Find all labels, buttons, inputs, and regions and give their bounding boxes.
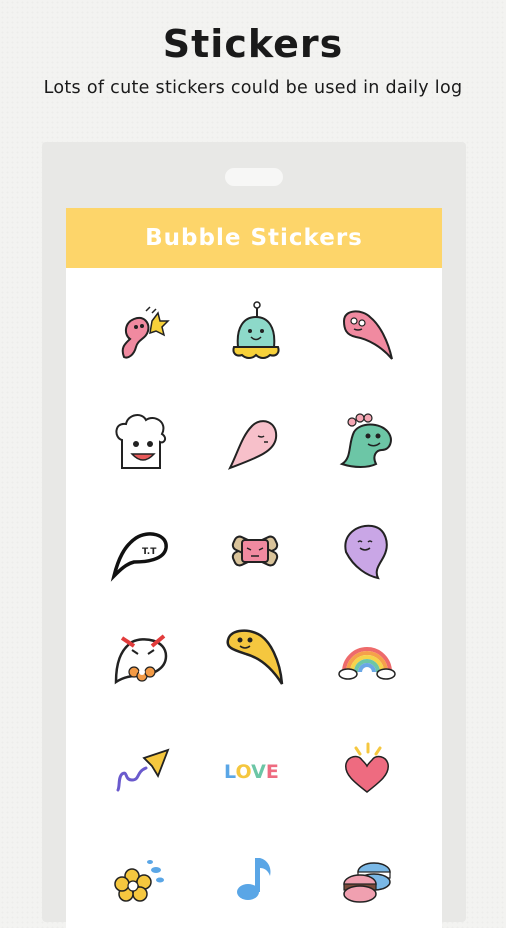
sticker-item[interactable] — [106, 734, 176, 804]
music-note-sticker-icon — [237, 858, 271, 900]
sticker-item[interactable] — [106, 299, 176, 369]
sticker-category-banner: Bubble Stickers — [66, 208, 442, 268]
phone-frame: Bubble Stickers T.T LOVE — [42, 142, 466, 928]
banner-title: Bubble Stickers — [145, 225, 363, 251]
chef-hat-sticker-icon — [115, 414, 167, 469]
page-title: Stickers — [162, 22, 344, 66]
sticker-item[interactable]: LOVE — [220, 734, 290, 804]
bandaged-face-sticker-icon — [231, 535, 279, 567]
sticker-item[interactable] — [332, 734, 402, 804]
love-text-sticker-icon: LOVE — [224, 761, 279, 783]
sticker-item[interactable] — [220, 842, 290, 912]
sticker-item[interactable] — [106, 624, 176, 694]
purple-blob-sticker-icon — [344, 524, 388, 580]
flower-sticker-icon — [114, 860, 164, 902]
green-alien-sticker-icon — [232, 301, 280, 359]
sticker-item[interactable] — [106, 842, 176, 912]
pink-blob-sticker-icon — [342, 310, 393, 360]
macaron-sticker-icon — [343, 862, 391, 903]
angry-bubble-sticker-icon — [114, 634, 168, 685]
sticker-item[interactable] — [220, 624, 290, 694]
sticker-item[interactable] — [332, 624, 402, 694]
pink-speech-blob-sticker-icon — [227, 420, 278, 470]
sticker-item[interactable] — [332, 299, 402, 369]
phone-screen: Bubble Stickers T.T LOVE — [66, 208, 442, 928]
sticker-item[interactable] — [220, 516, 290, 586]
sticker-item[interactable] — [332, 408, 402, 478]
heart-sticker-icon — [345, 742, 389, 793]
sticker-item[interactable]: T.T — [106, 516, 176, 586]
page-subtitle: Lots of cute stickers could be used in d… — [43, 78, 463, 98]
sticker-item[interactable] — [332, 842, 402, 912]
black-speech-bubble-sticker-icon: T.T — [110, 532, 168, 582]
sticker-item[interactable] — [106, 408, 176, 478]
love-text: LOVE — [224, 761, 279, 783]
sticker-grid: T.T LOVE — [66, 268, 442, 928]
yellow-blob-sticker-icon — [226, 629, 284, 685]
sticker-item[interactable] — [220, 408, 290, 478]
rainbow-sticker-icon — [338, 647, 396, 680]
pink-creature-sticker-icon — [121, 306, 170, 359]
green-dino-sticker-icon — [339, 413, 392, 468]
sticker-item[interactable] — [220, 299, 290, 369]
paper-plane-sticker-icon — [116, 748, 170, 792]
svg-text:T.T: T.T — [142, 547, 157, 557]
sticker-item[interactable] — [332, 516, 402, 586]
phone-notch — [225, 168, 283, 186]
